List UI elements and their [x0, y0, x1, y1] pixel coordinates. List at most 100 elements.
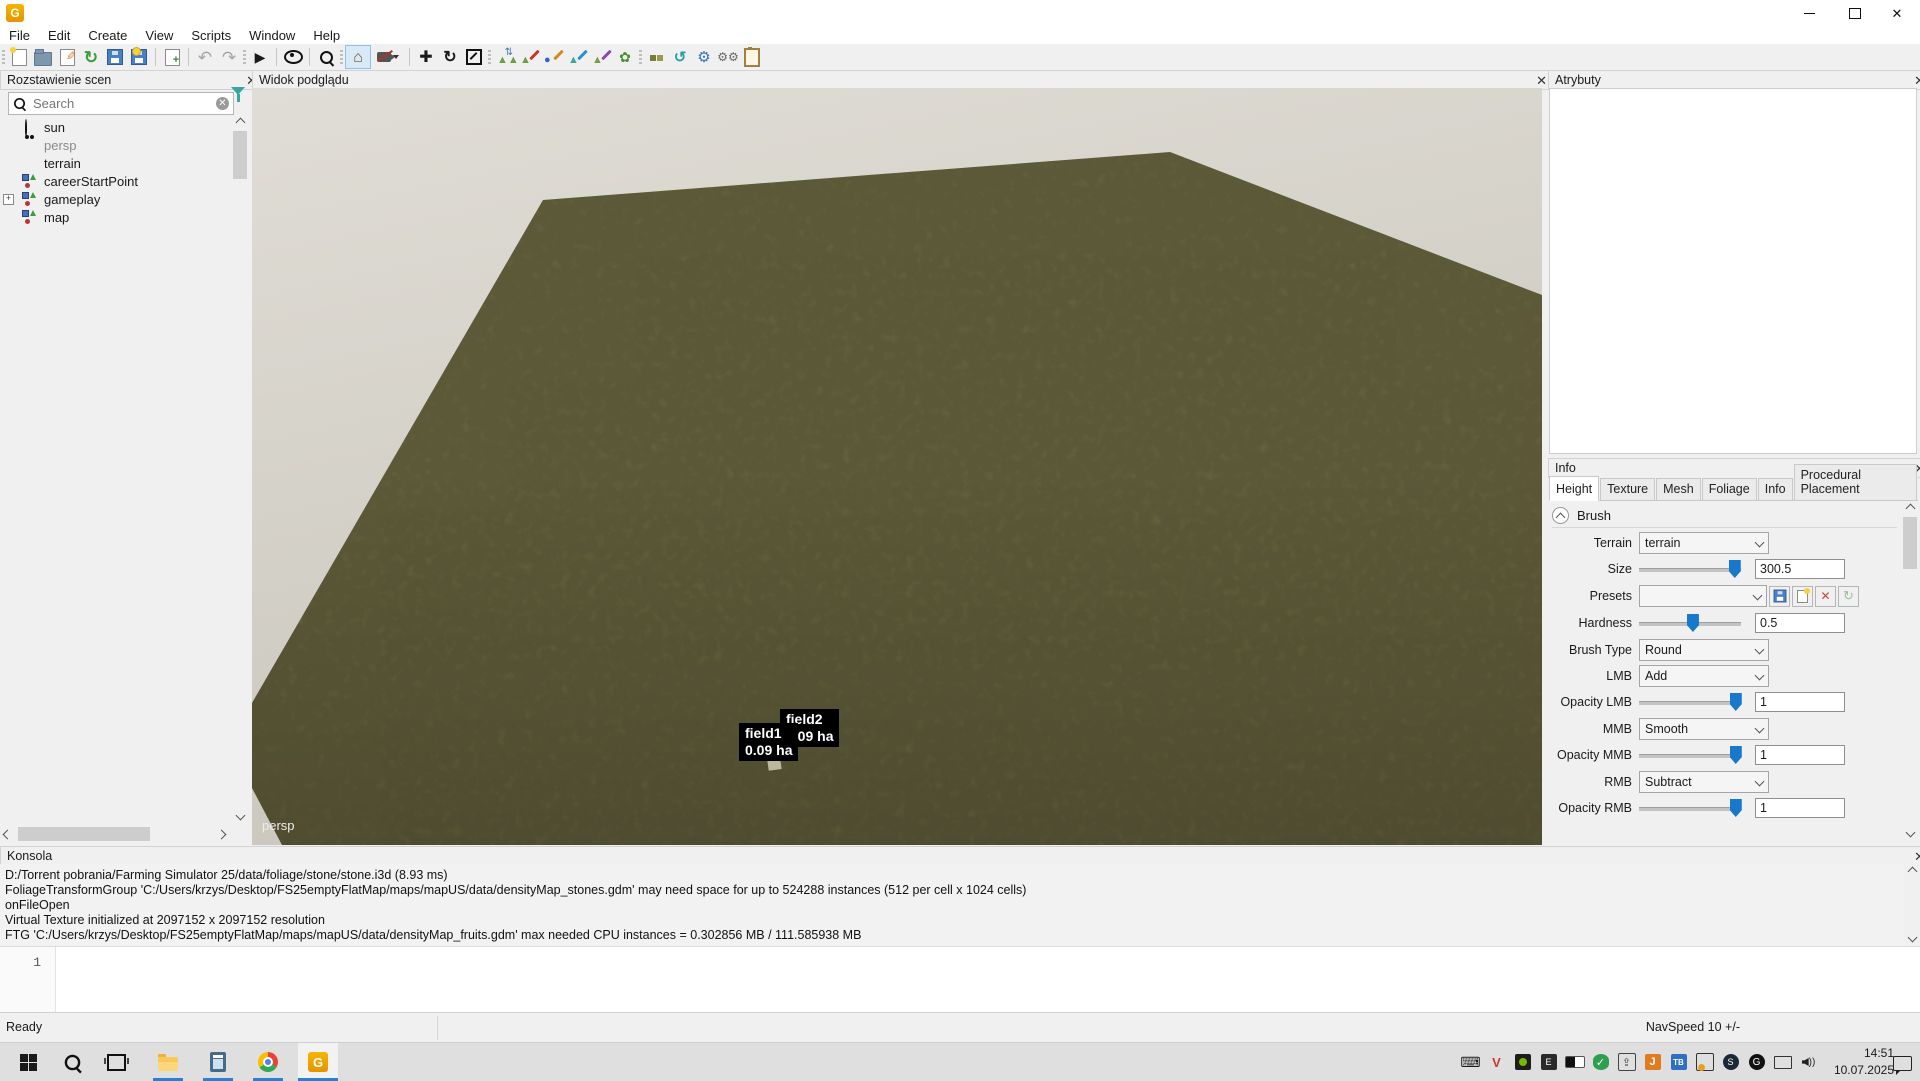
opacity-mmb-slider[interactable]	[1639, 745, 1741, 765]
taskbar-search-icon[interactable]	[52, 1043, 92, 1081]
clipboard-icon[interactable]	[740, 46, 764, 68]
tray-logitech-icon[interactable]: G	[1744, 1043, 1769, 1081]
task-view-icon[interactable]	[96, 1043, 136, 1081]
preset-reload-icon[interactable]: ↻	[1838, 586, 1859, 607]
tab-height[interactable]: Height	[1549, 476, 1599, 501]
tab-procedural-placement[interactable]: Procedural Placement	[1794, 464, 1917, 500]
collapse-icon[interactable]	[1552, 507, 1569, 524]
terrain-detail-tool-icon[interactable]: ▲	[589, 46, 613, 68]
tab-mesh[interactable]: Mesh	[1656, 478, 1701, 500]
tray-java-icon[interactable]: J	[1640, 1043, 1665, 1081]
translate-tool-icon[interactable]: ✚	[414, 46, 438, 68]
search-clear-icon[interactable]: ✕	[216, 97, 229, 110]
camera-home-icon[interactable]: ⌂	[345, 45, 371, 69]
terrain-select[interactable]: terrain	[1639, 532, 1769, 554]
gdm-update-icon[interactable]	[644, 46, 668, 68]
scenegraph-vscrollbar[interactable]	[232, 115, 248, 824]
mmb-select[interactable]: Smooth	[1639, 718, 1769, 740]
taskbar-giants-editor-icon[interactable]: G	[298, 1043, 338, 1081]
rmb-select[interactable]: Subtract	[1639, 771, 1769, 793]
brush-type-select[interactable]: Round	[1639, 639, 1769, 661]
tray-volume-icon[interactable]: ))	[1796, 1043, 1821, 1081]
taskbar-calculator-icon[interactable]	[198, 1043, 238, 1081]
tray-epic-games-icon[interactable]: E	[1536, 1043, 1561, 1081]
redo-icon[interactable]: ↷	[217, 46, 241, 68]
tray-red-updater-icon[interactable]: V	[1484, 1043, 1509, 1081]
menu-window[interactable]: Window	[240, 28, 304, 43]
preset-save-icon[interactable]	[1769, 586, 1790, 607]
expand-icon[interactable]: +	[3, 194, 14, 205]
tray-contrast-icon[interactable]	[1562, 1043, 1587, 1081]
viewport-close-icon[interactable]: ✕	[1536, 74, 1547, 87]
scenegraph-filter-icon[interactable]	[231, 95, 245, 113]
script-editor[interactable]: 1	[0, 946, 1920, 1014]
terrain-paint-tool-icon[interactable]: ▲	[517, 46, 541, 68]
reload-icon[interactable]: ↻	[79, 46, 103, 68]
menu-edit[interactable]: Edit	[39, 28, 79, 43]
zoom-icon[interactable]	[314, 46, 338, 68]
scrollbar-thumb[interactable]	[1903, 517, 1917, 569]
preset-delete-icon[interactable]: ✕	[1815, 586, 1836, 607]
import-icon[interactable]: +	[160, 46, 184, 68]
save-as-icon[interactable]	[127, 46, 151, 68]
window-maximize-button[interactable]	[1832, 0, 1878, 26]
tab-texture[interactable]: Texture	[1600, 478, 1655, 500]
opacity-rmb-slider[interactable]	[1639, 798, 1741, 818]
edit-file-icon[interactable]: ✎	[55, 46, 79, 68]
console-close-icon[interactable]: ✕	[1914, 850, 1920, 863]
opacity-mmb-input[interactable]: 1	[1755, 745, 1845, 765]
tray-usb-icon[interactable]: ⇪	[1614, 1043, 1639, 1081]
new-file-icon[interactable]	[7, 46, 31, 68]
open-file-icon[interactable]	[31, 46, 55, 68]
brush-section-header[interactable]: Brush	[1552, 507, 1611, 524]
scale-tool-icon[interactable]	[462, 46, 486, 68]
gears-icon[interactable]: ⚙⚙	[716, 46, 740, 68]
menu-create[interactable]: Create	[79, 28, 136, 43]
scenegraph-tree[interactable]: sun persp terrain careerStartPoint + gam…	[0, 115, 230, 824]
terrain-plant-tool-icon[interactable]: ✿	[613, 46, 637, 68]
lmb-select[interactable]: Add	[1639, 665, 1769, 687]
terrain-sculpt-tool-icon[interactable]: ▲▲⇅	[493, 46, 517, 68]
presets-select[interactable]	[1639, 585, 1767, 607]
console-log[interactable]: D:/Torrent pobrania/Farming Simulator 25…	[0, 864, 1920, 946]
tray-nvidia-icon[interactable]	[1510, 1043, 1535, 1081]
taskbar-file-explorer-icon[interactable]	[148, 1043, 188, 1081]
scenegraph-hscrollbar[interactable]	[0, 826, 230, 842]
tray-thunderbird-icon[interactable]: TB	[1666, 1043, 1691, 1081]
camera-disabled-icon[interactable]	[371, 46, 405, 68]
console-vscrollbar[interactable]	[1904, 864, 1920, 946]
curve-tool-icon[interactable]: ↺	[668, 46, 692, 68]
tray-security-shield-icon[interactable]: ✓	[1588, 1043, 1613, 1081]
menu-file[interactable]: File	[0, 28, 39, 43]
hardness-input[interactable]: 0.5	[1755, 613, 1845, 633]
opacity-lmb-slider[interactable]	[1639, 692, 1741, 712]
notification-center-icon[interactable]	[1890, 1043, 1915, 1081]
start-button[interactable]	[8, 1043, 48, 1081]
reload-scripts-icon[interactable]: ⚙	[692, 46, 716, 68]
terrain-foliage-tool-icon[interactable]: ●	[541, 46, 565, 68]
tree-item-careerstartpoint[interactable]: careerStartPoint	[0, 172, 230, 190]
save-icon[interactable]	[103, 46, 127, 68]
tab-foliage[interactable]: Foliage	[1702, 478, 1757, 500]
search-input[interactable]	[31, 95, 216, 112]
attributes-close-icon[interactable]: ✕	[1914, 74, 1920, 87]
scrollbar-thumb[interactable]	[233, 131, 247, 179]
undo-icon[interactable]: ↶	[193, 46, 217, 68]
tree-item-gameplay[interactable]: + gameplay	[0, 190, 230, 208]
opacity-lmb-input[interactable]: 1	[1755, 692, 1845, 712]
tray-keyboard-icon[interactable]: ⌨	[1458, 1043, 1483, 1081]
rotate-tool-icon[interactable]: ↻	[438, 46, 462, 68]
window-close-button[interactable]: ✕	[1874, 0, 1920, 26]
viewport-3d-canvas[interactable]: field20.09 ha field10.09 ha persp	[252, 88, 1542, 845]
preset-new-icon[interactable]	[1792, 586, 1813, 607]
window-minimize-button[interactable]	[1786, 0, 1832, 26]
play-icon[interactable]: ▶	[248, 46, 272, 68]
tree-item-sun[interactable]: sun	[0, 118, 230, 136]
visibility-icon[interactable]	[281, 46, 305, 68]
menu-view[interactable]: View	[136, 28, 182, 43]
tree-item-terrain[interactable]: terrain	[0, 154, 230, 172]
scrollbar-thumb[interactable]	[18, 827, 150, 841]
info-vscrollbar[interactable]	[1902, 501, 1918, 841]
hardness-slider[interactable]	[1639, 613, 1741, 633]
taskbar-chrome-icon[interactable]	[248, 1043, 288, 1081]
